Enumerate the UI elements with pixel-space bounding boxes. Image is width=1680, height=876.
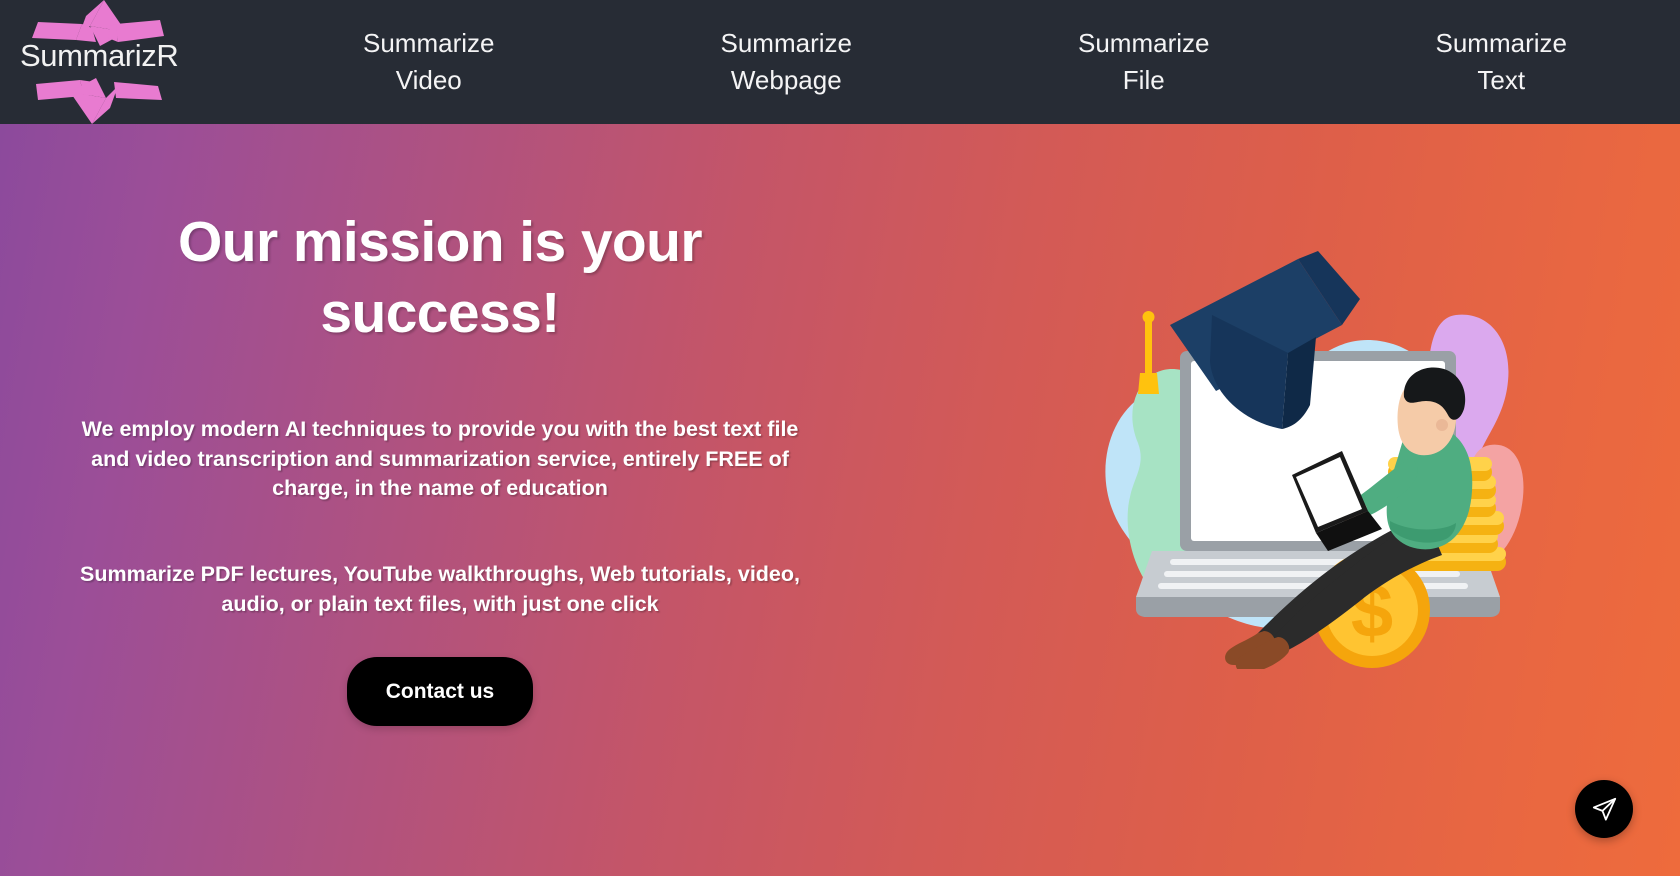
nav-item-summarize-text[interactable]: Summarize Text [1323,25,1680,99]
send-paper-plane-icon [1591,796,1618,823]
send-message-fab[interactable] [1575,780,1633,838]
top-navigation-bar: SummarizR Summarize Video Summarize Webp… [0,0,1680,124]
page-title: Our mission is your success! [178,210,703,345]
nav-item-label-line2: Webpage [730,65,842,95]
nav-item-label-line1: Summarize [1435,28,1567,58]
contact-us-button[interactable]: Contact us [347,657,533,726]
nav-item-label-line1: Summarize [1078,28,1210,58]
brand-logo[interactable]: SummarizR [0,0,250,124]
hero-paragraph-mission: We employ modern AI techniques to provid… [81,417,799,500]
nav-item-label-line2: Text [1477,65,1526,95]
hero-content: Our mission is your success! We employ m… [0,124,880,876]
nav-item-label-line2: Video [395,65,462,95]
student-on-laptop-with-coins-illustration: $ [1060,229,1540,669]
nav-item-label-line1: Summarize [720,28,852,58]
hero-paragraph-features: Summarize PDF lectures, YouTube walkthro… [80,562,800,616]
nav-item-summarize-webpage[interactable]: Summarize Webpage [608,25,966,99]
brand-name-label: SummarizR [20,38,179,73]
nav-item-label-line1: Summarize [363,28,495,58]
cta-container: Contact us [0,657,880,726]
landing-page: SummarizR Summarize Video Summarize Webp… [0,0,1680,876]
nav-item-summarize-file[interactable]: Summarize File [965,25,1323,99]
nav-item-label-line2: File [1122,65,1165,95]
nav-items: Summarize Video Summarize Webpage Summar… [250,0,1680,124]
hero-section: Our mission is your success! We employ m… [0,124,1680,876]
nav-item-summarize-video[interactable]: Summarize Video [250,25,608,99]
